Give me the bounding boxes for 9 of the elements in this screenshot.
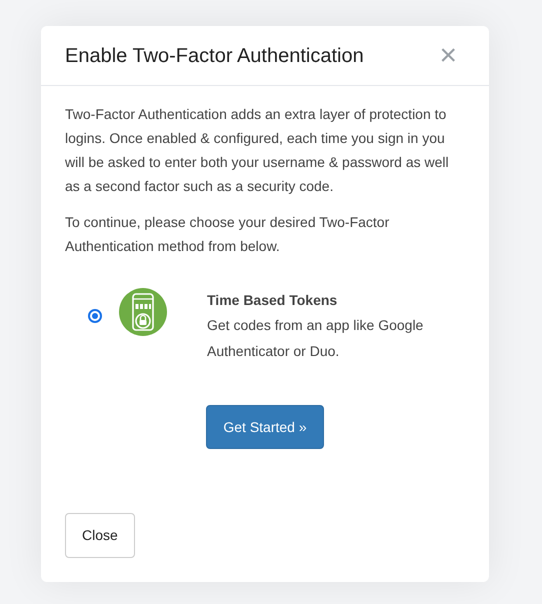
method-title: Time Based Tokens (207, 291, 338, 310)
paragraph: To continue, please choose your desired Two-Factor Authentication method from below. (65, 213, 390, 256)
radio-button[interactable] (88, 309, 102, 323)
method-description: Get codes from an app like Google Authenticator or Duo. (207, 316, 424, 361)
dialog-title: Enable Two-Factor Authentication (65, 44, 364, 68)
close-button[interactable]: Close (65, 513, 135, 558)
paragraph: Two-Factor Authentication adds an extra layer of protection to logins. Once enabled & configured, each time you sign in you will be asked to enter both your username & password as well as a second factor such as a security code. (65, 105, 450, 196)
get-started-button[interactable]: Get Started » (206, 405, 324, 449)
phone-lock-icon (119, 288, 167, 336)
